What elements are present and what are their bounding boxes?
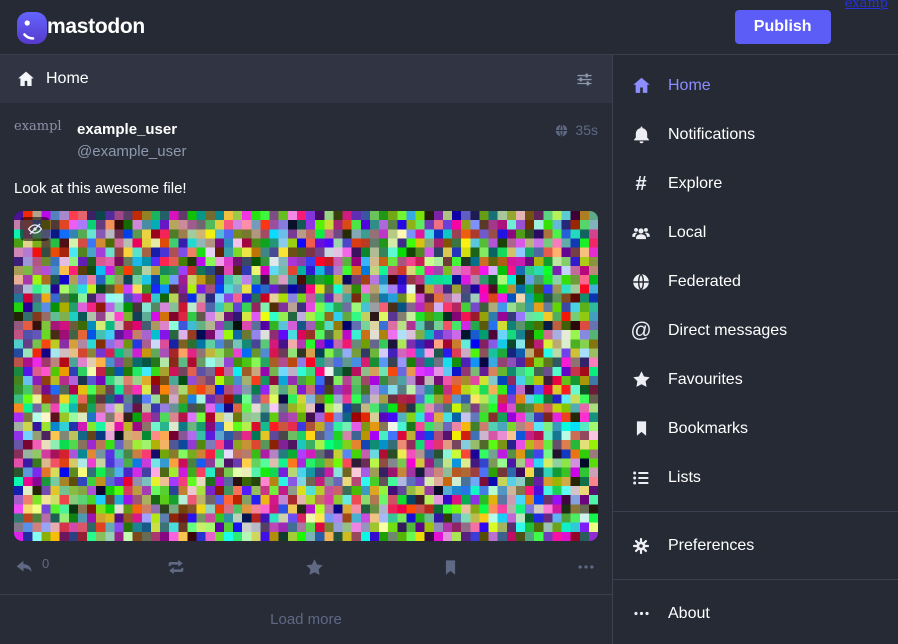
brand-wordmark: mastodon [47, 15, 145, 39]
sidebar-divider [613, 511, 898, 512]
display-name: example_user [77, 121, 186, 138]
reply-icon [14, 557, 35, 578]
account-link[interactable]: examp [845, 0, 888, 11]
top-bar-right: Publish examp [735, 10, 888, 44]
reply-button[interactable]: 0 [14, 557, 49, 578]
bookmark-icon [629, 419, 653, 438]
sidebar-item-direct-messages[interactable]: @ Direct messages [613, 306, 898, 355]
mastodon-elephant-icon [14, 7, 50, 47]
bell-icon [629, 124, 653, 145]
media-attachment[interactable] [14, 211, 598, 541]
list-icon [629, 468, 653, 488]
sidebar-item-bookmarks[interactable]: Bookmarks [613, 404, 898, 453]
favourite-button[interactable] [304, 557, 325, 578]
bookmark-button[interactable] [441, 558, 460, 577]
media-noise-canvas [14, 211, 598, 541]
home-column: Home example_user example_user @example_… [0, 55, 613, 644]
timestamp: 35s [575, 122, 598, 138]
sidebar-item-label: Notifications [668, 126, 755, 144]
sidebar-item-label: Home [668, 77, 711, 95]
gear-icon [629, 536, 653, 556]
sidebar-item-favourites[interactable]: Favourites [613, 355, 898, 404]
navigation-panel: Home Notifications # Explore Local [613, 55, 898, 644]
avatar[interactable]: example_user [14, 119, 62, 167]
publish-button[interactable]: Publish [735, 10, 831, 44]
globe-visibility-icon [554, 123, 569, 138]
sidebar-divider [613, 579, 898, 580]
ellipsis-icon [576, 557, 596, 577]
sidebar-item-label: Favourites [668, 371, 743, 389]
at-icon: @ [629, 320, 653, 341]
star-icon [304, 557, 325, 578]
sidebar-item-local[interactable]: Local [613, 208, 898, 257]
mastodon-logo[interactable]: mastodon [14, 7, 145, 47]
sidebar-item-preferences[interactable]: Preferences [613, 521, 898, 570]
timestamp-link[interactable]: 35s [554, 122, 598, 138]
sidebar-item-label: Direct messages [668, 322, 787, 340]
load-more-button[interactable]: Load more [0, 594, 612, 644]
sidebar-item-notifications[interactable]: Notifications [613, 110, 898, 159]
sidebar-item-label: Lists [668, 469, 701, 487]
sidebar-item-lists[interactable]: Lists [613, 453, 898, 502]
status: example_user example_user @example_user … [0, 103, 612, 594]
sidebar-item-label: Local [668, 224, 706, 242]
star-icon [629, 369, 653, 390]
sidebar-item-home[interactable]: Home [613, 61, 898, 110]
main-area: Home example_user example_user @example_… [0, 55, 898, 644]
status-content: Look at this awesome file! [14, 178, 598, 199]
ellipsis-icon [629, 604, 653, 623]
column-settings-button[interactable] [573, 68, 596, 91]
reply-count: 0 [42, 556, 49, 571]
sliders-icon [575, 70, 594, 89]
column-title: Home [46, 70, 89, 88]
action-bar: 0 [14, 556, 598, 578]
sidebar-item-explore[interactable]: # Explore [613, 159, 898, 208]
boost-icon [165, 556, 187, 578]
more-button[interactable] [576, 557, 596, 577]
home-icon [16, 69, 36, 89]
hashtag-icon: # [629, 174, 653, 194]
account-name-link[interactable]: example_user @example_user [77, 119, 186, 160]
sidebar-item-about[interactable]: About [613, 589, 898, 638]
mastodon-app: mastodon Publish examp Home example_user… [0, 0, 898, 644]
sidebar-item-label: About [668, 605, 710, 623]
sidebar-item-label: Preferences [668, 537, 754, 555]
column-header[interactable]: Home [0, 55, 612, 103]
top-bar: mastodon Publish examp [0, 0, 898, 55]
boost-button[interactable] [165, 556, 187, 578]
users-icon [629, 222, 653, 244]
home-icon [629, 75, 653, 96]
bookmark-icon [441, 558, 460, 577]
eye-slash-icon [27, 221, 43, 237]
globe-icon [629, 272, 653, 292]
sidebar-item-federated[interactable]: Federated [613, 257, 898, 306]
sidebar-item-label: Federated [668, 273, 741, 291]
sidebar-item-label: Bookmarks [668, 420, 748, 438]
sidebar-item-label: Explore [668, 175, 722, 193]
hide-media-button[interactable] [20, 217, 50, 241]
status-header: example_user example_user @example_user … [14, 119, 598, 167]
account-handle: @example_user [77, 143, 186, 160]
